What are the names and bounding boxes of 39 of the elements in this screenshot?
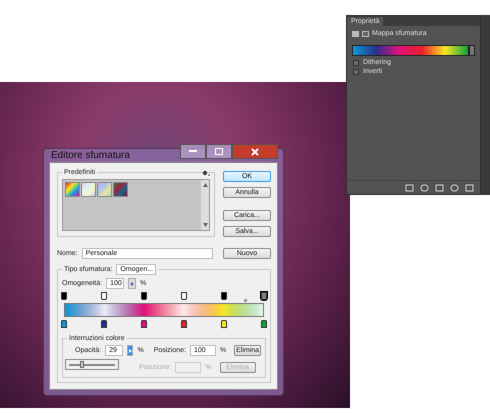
gradient-swatch[interactable] — [97, 182, 112, 197]
color-stop[interactable] — [141, 320, 147, 328]
color-stop[interactable] — [61, 320, 67, 328]
maximize-button[interactable] — [206, 144, 232, 159]
arrow-icon — [130, 282, 134, 286]
mask-icon[interactable] — [362, 30, 369, 36]
gradient-swatch[interactable] — [113, 182, 128, 197]
stepper-button[interactable] — [127, 345, 134, 356]
window-title: Editore sfumatura — [50, 150, 131, 161]
minimize-button[interactable] — [180, 144, 206, 159]
color-stop[interactable] — [101, 320, 107, 328]
opacity-stop[interactable] — [141, 292, 147, 300]
adjustment-icon[interactable] — [352, 30, 359, 36]
midpoint-marker[interactable] — [243, 298, 248, 303]
opacity-stop[interactable] — [101, 292, 107, 300]
gear-icon[interactable] — [202, 170, 210, 176]
checkbox[interactable] — [353, 68, 359, 74]
arrow-icon — [128, 348, 132, 352]
gradient-bar[interactable] — [64, 303, 264, 317]
close-icon — [251, 148, 259, 156]
opacity-stop[interactable] — [61, 292, 67, 300]
color-stop[interactable] — [261, 320, 267, 328]
color-stop[interactable] — [221, 320, 227, 328]
gradient-preview[interactable] — [352, 45, 469, 56]
gradient-swatch[interactable] — [81, 182, 96, 197]
checkbox[interactable] — [353, 60, 359, 66]
scrollbar[interactable] — [201, 180, 209, 230]
gradient-swatch[interactable] — [65, 182, 80, 197]
slider-thumb[interactable] — [80, 360, 84, 368]
close-button[interactable] — [232, 144, 278, 159]
stepper-button[interactable] — [128, 278, 136, 289]
position-field[interactable] — [175, 362, 202, 373]
scroll-up-icon[interactable] — [202, 183, 208, 187]
maximize-icon — [215, 148, 223, 155]
opacity-stop[interactable] — [221, 292, 227, 300]
opacity-stop[interactable] — [181, 292, 187, 300]
color-stop[interactable] — [181, 320, 187, 328]
scroll-down-icon[interactable] — [202, 223, 208, 227]
minimize-icon — [189, 150, 197, 153]
